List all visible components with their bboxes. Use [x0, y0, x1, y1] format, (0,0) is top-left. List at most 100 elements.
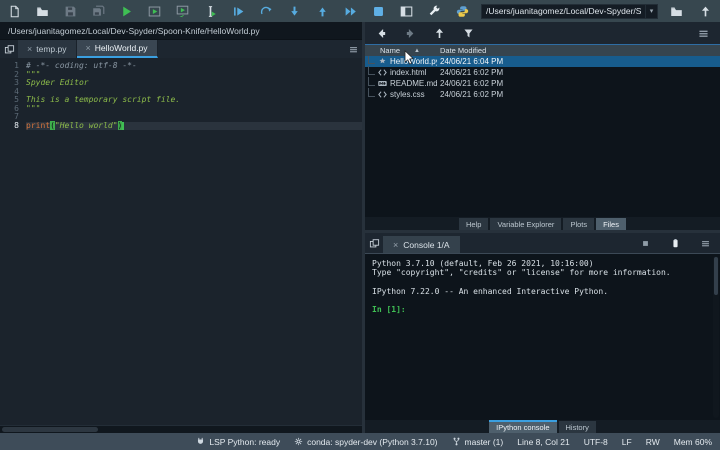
parent-directory-button[interactable] — [697, 3, 714, 20]
file-row-styles.css[interactable]: styles.css 24/06/21 6:02 PM — [365, 88, 720, 100]
editor-options-icon[interactable] — [344, 40, 362, 58]
working-directory-input[interactable] — [482, 6, 645, 16]
working-directory-combobox[interactable]: ▾ — [481, 3, 658, 19]
ipython-console[interactable]: Python 3.7.10 (default, Feb 26 2021, 10:… — [365, 253, 720, 420]
code-editor[interactable]: 1 # -*- coding: utf-8 -*- 2 """ 3 Spyder Edit… — [0, 58, 362, 425]
file-row-README.md[interactable]: README.md 24/06/21 6:02 PM — [365, 77, 720, 89]
branch-icon — [452, 437, 461, 446]
close-tab-icon[interactable]: × — [27, 44, 32, 54]
browse-working-directory-button[interactable] — [668, 3, 685, 20]
interrupt-kernel-icon[interactable] — [637, 235, 654, 252]
code-file-icon — [377, 68, 387, 78]
filter-icon[interactable] — [460, 25, 477, 42]
code-line-3[interactable]: 3 Spyder Editor — [0, 78, 362, 88]
cursor-position: Line 8, Col 21 — [517, 437, 569, 447]
spyder-window: ▾ /Users/juanitagomez/Local/Dev-Spyder/S… — [0, 0, 720, 450]
toolbar-buttons — [6, 3, 471, 20]
tree-branch — [368, 77, 375, 86]
tree-branch — [368, 66, 375, 75]
lsp-icon — [196, 437, 205, 446]
console-prompt: In [1]: — [372, 305, 406, 315]
back-icon[interactable] — [373, 25, 390, 42]
scrollbar-handle[interactable] — [2, 427, 98, 432]
editor-tab-HelloWorld.py[interactable]: × HelloWorld.py — [76, 40, 158, 58]
lsp-status[interactable]: LSP Python: ready — [196, 437, 280, 447]
close-tab-icon[interactable]: × — [86, 43, 91, 53]
close-console-icon[interactable]: × — [393, 240, 398, 250]
editor-tab-temp.py[interactable]: × temp.py — [18, 40, 77, 58]
step-over-icon[interactable] — [258, 3, 275, 20]
code-line-8[interactable]: 8 print("Hello world") — [0, 120, 362, 130]
console-options-icon[interactable] — [697, 235, 714, 252]
step-into-icon[interactable] — [286, 3, 303, 20]
code-line-1[interactable]: 1 # -*- coding: utf-8 -*- — [0, 61, 362, 71]
browse-console-tabs-icon[interactable] — [365, 233, 383, 253]
line-number: 5 — [14, 95, 19, 104]
files-toolbar — [365, 22, 720, 44]
debug-file-icon[interactable] — [230, 3, 247, 20]
markdown-file-icon — [377, 79, 387, 89]
code-line-5[interactable]: 5 This is a temporary script file. — [0, 95, 362, 105]
line-number: 6 — [14, 103, 19, 113]
line-number: 8 — [14, 120, 19, 130]
file-path-breadcrumb: /Users/juanitagomez/Local/Dev-Spyder/Spo… — [0, 22, 362, 40]
git-branch[interactable]: master (1) — [452, 437, 503, 447]
new-file-icon[interactable] — [6, 3, 23, 20]
run-file-icon[interactable] — [118, 3, 135, 20]
scrollbar-handle[interactable] — [714, 257, 718, 295]
console-output-line: Type "copyright", "credits" or "license"… — [372, 268, 671, 278]
caret-down-icon[interactable]: ▾ — [645, 4, 657, 18]
run-selection-icon[interactable] — [202, 3, 219, 20]
code-line-6[interactable]: 6 """ — [0, 103, 362, 114]
main-toolbar: ▾ — [0, 0, 720, 22]
up-directory-icon[interactable] — [431, 25, 448, 42]
file-date-modified: 24/06/21 6:02 PM — [440, 90, 504, 99]
column-name[interactable]: Name — [380, 46, 400, 55]
status-text: LSP Python: ready — [209, 436, 281, 447]
tab-files[interactable]: Files — [596, 218, 626, 230]
open-file-icon[interactable] — [34, 3, 51, 20]
line-number: 3 — [14, 78, 19, 87]
stop-debugging-icon[interactable] — [370, 3, 387, 20]
console-pane: × Console 1/A Python 3.7.10 (default, Fe… — [365, 233, 720, 433]
file-row-HelloWorld.py[interactable]: HelloWorld.py 24/06/21 6:04 PM — [365, 56, 720, 67]
tab-help[interactable]: Help — [459, 218, 489, 230]
file-name: styles.css — [390, 90, 425, 99]
python-path-manager-icon[interactable] — [454, 3, 471, 20]
preferences-icon[interactable] — [426, 3, 443, 20]
console-vertical-scrollbar[interactable] — [713, 256, 719, 418]
run-cell-icon[interactable] — [146, 3, 163, 20]
tab-variable-explorer[interactable]: Variable Explorer — [490, 218, 562, 230]
files-table-header[interactable]: Name ▲ Date Modified — [365, 45, 720, 56]
files-options-icon[interactable] — [695, 25, 712, 42]
file-date-modified: 24/06/21 6:02 PM — [440, 79, 504, 88]
tree-branch — [368, 88, 375, 97]
maximize-pane-icon[interactable] — [398, 3, 415, 20]
tab-plots[interactable]: Plots — [563, 218, 595, 230]
console-tab[interactable]: × Console 1/A — [383, 236, 460, 253]
line-number: 4 — [14, 86, 19, 96]
editor-tabbar: × temp.py × HelloWorld.py — [0, 40, 362, 58]
continue-execution-icon[interactable] — [342, 3, 359, 20]
forward-icon[interactable] — [402, 25, 419, 42]
status-text: UTF-8 — [583, 436, 608, 447]
editor-horizontal-scrollbar[interactable] — [0, 425, 362, 433]
browse-tabs-icon[interactable] — [0, 40, 18, 58]
file-row-index.html[interactable]: index.html 24/06/21 6:02 PM — [365, 66, 720, 78]
save-file-icon[interactable] — [62, 3, 79, 20]
tab-history[interactable]: History — [558, 421, 596, 433]
save-all-icon[interactable] — [90, 3, 107, 20]
editor-tab-label: temp.py — [36, 44, 67, 54]
conda-env[interactable]: conda: spyder-dev (Python 3.7.10) — [294, 437, 438, 447]
inspect-object-icon[interactable] — [667, 235, 684, 252]
run-cell-advance-icon[interactable] — [174, 3, 191, 20]
code-text: # -*- coding: utf-8 -*- — [26, 61, 137, 70]
column-date-modified[interactable]: Date Modified — [437, 46, 720, 55]
file-date-modified: 24/06/21 6:04 PM — [440, 57, 504, 66]
tab-ipython-console[interactable]: IPython console — [489, 420, 557, 433]
editor-tab-label: HelloWorld.py — [94, 43, 148, 53]
status-text: LF — [621, 436, 632, 447]
step-out-icon[interactable] — [314, 3, 331, 20]
file-date-modified: 24/06/21 6:02 PM — [440, 68, 504, 77]
